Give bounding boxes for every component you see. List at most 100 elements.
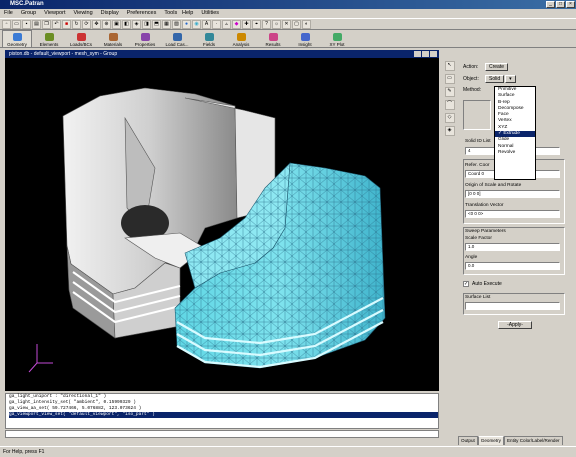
shaded-icon[interactable]: ● [182,19,191,29]
scale-field[interactable]: 1.0 [465,243,560,251]
brush-icon[interactable]: ✎ [444,87,455,97]
results-icon [268,33,278,41]
insight-icon [300,33,310,41]
app-geometry-button[interactable]: Geometry [2,30,32,47]
sweep-label: Sweep Parameters [465,229,506,234]
app-materials-button[interactable]: Materials [98,30,128,47]
element-icon[interactable]: ▵ [222,19,231,29]
wireframe-icon[interactable]: ▦ [162,19,171,29]
properties-icon [140,33,150,41]
menu-preferences[interactable]: Preferences [127,9,157,18]
query-icon[interactable]: ? [262,19,271,29]
menu-tools[interactable]: Tools [164,9,177,18]
app-properties-button[interactable]: Properties [130,30,160,47]
app-load-cases-button[interactable]: Load Cas... [162,30,192,47]
undo-icon[interactable]: ↶ [52,19,61,29]
scale-label: Scale Factor [465,236,492,241]
menu-file[interactable]: File [4,9,13,18]
light-icon[interactable]: ☼ [272,19,281,29]
close-button[interactable]: × [566,1,575,8]
show-all-icon[interactable]: ▢ [292,19,301,29]
tab-geometry[interactable]: Geometry [477,436,504,445]
print-icon[interactable]: ▤ [32,19,41,29]
piston-model-render [28,87,386,373]
rotate-icon[interactable]: ⟳ [82,19,91,29]
new-file-icon[interactable]: ▫ [2,19,11,29]
menu-utilities[interactable]: Utilities [201,9,219,18]
top-view-icon[interactable]: ⬒ [152,19,161,29]
action-select[interactable]: Create [485,63,509,71]
side-view-icon[interactable]: ◨ [142,19,151,29]
angle-field[interactable]: 0.0 [465,262,560,270]
label-icon[interactable]: A [202,19,211,29]
auto-execute-label: Auto Execute [472,281,502,287]
pick-select-icon[interactable]: ↖ [444,61,455,71]
front-view-icon[interactable]: ◧ [122,19,131,29]
fit-view-icon[interactable]: ▣ [112,19,121,29]
command-input[interactable] [5,430,439,438]
menu-viewing[interactable]: Viewing [73,9,92,18]
pan-icon[interactable]: ✥ [92,19,101,29]
open-file-icon[interactable]: ▭ [12,19,21,29]
viewport-title-bar: piston.db - default_viewport - mesh_sym … [5,50,439,58]
pick-icon[interactable]: ⌖ [252,19,261,29]
app-analysis-button[interactable]: Analysis [226,30,256,47]
translation-field[interactable]: <0 0 0> [465,210,560,218]
render-icon[interactable]: ◐ [302,19,311,29]
object-row: Object: Solid ▾ [463,75,516,83]
hidden-line-icon[interactable]: ▧ [172,19,181,29]
origin-field[interactable]: [0 0 0] [465,190,560,198]
viewport-close-button[interactable] [430,51,437,57]
surface-list-field[interactable] [465,302,560,310]
app-results-button[interactable]: Results [258,30,288,47]
save-icon[interactable]: ▪ [22,19,31,29]
app-loads-bcs-button[interactable]: Loads/BCs [66,30,96,47]
command-history-panel[interactable]: ga_light_uniport : "directional_1" ) ga_… [5,393,439,429]
origin-label: Origin of Scale and Rotate [465,183,522,188]
minimize-button[interactable]: _ [546,1,555,8]
tab-output[interactable]: Output [458,436,478,445]
main-toolbar: ▫ ▭ ▪ ▤ ❐ ↶ ■ ↻ ⟳ ✥ ⊕ ▣ ◧ ◈ ◨ ⬒ ▦ ▧ ● ◉ … [0,18,576,30]
refer-coord-label: Refer. Coor [465,163,490,168]
entity-color-icon[interactable]: ◆ [232,19,241,29]
method-option-revolve[interactable]: Revolve [498,150,535,156]
app-elements-button[interactable]: Elements [34,30,64,47]
viewport-minimize-button[interactable] [414,51,421,57]
action-row: Action: Create [463,63,509,71]
app-insight-button[interactable]: Insight [290,30,320,47]
node-icon[interactable]: · [212,19,221,29]
refresh-icon[interactable]: ↻ [72,19,81,29]
maximize-button[interactable]: □ [556,1,565,8]
auto-execute-checkbox[interactable]: ✓ [463,281,469,287]
menu-group[interactable]: Group [21,9,36,18]
surface-pick-icon[interactable]: ◇ [444,113,455,123]
viewport-maximize-button[interactable] [422,51,429,57]
menu-viewport[interactable]: Viewport [44,9,65,18]
screen-pick-icon[interactable]: ▭ [444,74,455,84]
panel-tabs: Output Geometry Entity Color/Label/Rende… [458,436,573,445]
tab-entity-color[interactable]: Entity Color/Label/Render [503,436,563,445]
history-line-selected[interactable]: ga_viewport_view_set( "default_viewport"… [9,412,438,418]
highlight-icon[interactable]: ✚ [242,19,251,29]
window-title: MSC.Patran [10,1,44,7]
iso-view-icon[interactable]: ◈ [132,19,141,29]
object-select[interactable]: Solid [485,75,505,83]
graphics-viewport[interactable] [5,58,439,391]
abort-icon[interactable]: ■ [62,19,71,29]
menu-display[interactable]: Display [101,9,119,18]
object-select-arrow[interactable]: ▾ [505,75,516,83]
auto-execute-row: ✓ Auto Execute [463,281,502,287]
app-fields-button[interactable]: Fields [194,30,224,47]
materials-icon [108,33,118,41]
smooth-shade-icon[interactable]: ◉ [192,19,201,29]
apply-button[interactable]: -Apply- [498,321,532,329]
app-xy-plot-button[interactable]: XY Plot [322,30,352,47]
copy-icon[interactable]: ❐ [42,19,51,29]
plot-erase-icon[interactable]: ✕ [282,19,291,29]
loads-bcs-icon [76,33,86,41]
menu-help[interactable]: Help [182,9,193,18]
zoom-icon[interactable]: ⊕ [102,19,111,29]
edge-icon[interactable]: ⌒ [444,100,455,110]
method-dropdown-list[interactable]: Primitive Surface B-rep Decompose Face V… [494,86,536,180]
solid-pick-icon[interactable]: ◈ [444,126,455,136]
